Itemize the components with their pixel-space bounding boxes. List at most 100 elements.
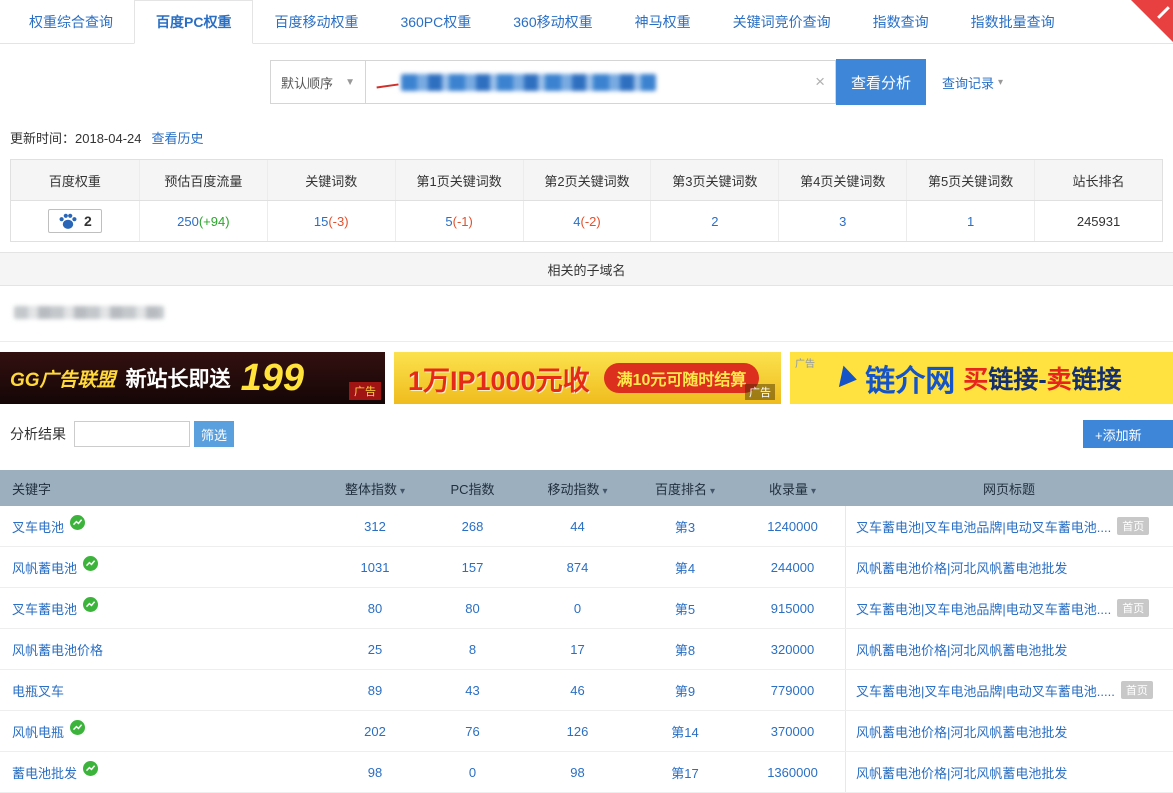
keyword-link[interactable]: 叉车蓄电池 — [12, 599, 77, 618]
add-keyword-button[interactable]: +添加新 — [1083, 420, 1173, 448]
pc-index-value[interactable]: 268 — [462, 519, 484, 534]
baidu-rank-value[interactable]: 第4 — [675, 558, 695, 577]
pc-index-value[interactable]: 43 — [465, 683, 479, 698]
tab-7[interactable]: 指数查询 — [852, 0, 950, 43]
column-header-4[interactable]: 百度排名 — [630, 479, 740, 498]
keyword-link[interactable]: 风帆蓄电池价格 — [12, 640, 103, 659]
ad-banner-lianjie[interactable]: 广告 链介网 买链接-卖链接 — [790, 352, 1173, 404]
mobile-index-value[interactable]: 874 — [567, 560, 589, 575]
collected-count-value[interactable]: 1240000 — [767, 519, 818, 534]
query-records-link[interactable]: 查询记录 ▾ — [942, 73, 1003, 92]
overall-index-value[interactable]: 202 — [364, 724, 386, 739]
page-title-link[interactable]: 风帆蓄电池价格|河北风帆蓄电池批发 — [856, 763, 1067, 782]
search-input[interactable]: × — [366, 60, 836, 104]
collected-count-value[interactable]: 244000 — [771, 560, 814, 575]
page-title-link[interactable]: 叉车蓄电池|叉车电池品牌|电动叉车蓄电池..... — [856, 681, 1115, 700]
keyword-link[interactable]: 风帆蓄电池 — [12, 558, 77, 577]
tab-3[interactable]: 360PC权重 — [379, 0, 492, 43]
ad-banner-gg[interactable]: GG广告联盟 新站长即送 199 广告 — [0, 352, 385, 404]
tab-5[interactable]: 神马权重 — [614, 0, 712, 43]
mobile-index-value[interactable]: 44 — [570, 519, 584, 534]
mobile-index-value[interactable]: 17 — [570, 642, 584, 657]
tab-8[interactable]: 指数批量查询 — [950, 0, 1076, 43]
ad-banner-row: GG广告联盟 新站长即送 199 广告 1万IP1000元收 满10元可随时结算… — [0, 352, 1173, 404]
stats-table-row: 2 250(+94) 15(-3) 5(-1) 4(-2) 2 3 1 2459… — [11, 201, 1162, 241]
keyword-link[interactable]: 叉车电池 — [12, 517, 64, 536]
column-header-0: 关键字 — [0, 479, 330, 498]
pc-index-value[interactable]: 157 — [462, 560, 484, 575]
baidu-rank-value[interactable]: 第8 — [675, 640, 695, 659]
tab-1-active[interactable]: 百度PC权重 — [134, 0, 253, 44]
pc-index-value[interactable]: 8 — [469, 642, 476, 657]
view-history-link[interactable]: 查看历史 — [152, 128, 204, 147]
tab-4[interactable]: 360移动权重 — [492, 0, 613, 43]
overall-index-value[interactable]: 98 — [368, 765, 382, 780]
mobile-index-value[interactable]: 126 — [567, 724, 589, 739]
column-header-6: 网页标题 — [845, 479, 1173, 498]
keywords-count[interactable]: 15 — [314, 214, 328, 229]
overall-index-value[interactable]: 25 — [368, 642, 382, 657]
redaction-mark — [375, 76, 398, 89]
page-title-link[interactable]: 风帆蓄电池价格|河北风帆蓄电池批发 — [856, 722, 1067, 741]
page4-count[interactable]: 3 — [839, 214, 846, 229]
ad-banner-ip[interactable]: 1万IP1000元收 满10元可随时结算 广告 — [394, 352, 781, 404]
weight-stats-table: 百度权重 预估百度流量 关键词数 第1页关键词数 第2页关键词数 第3页关键词数… — [10, 159, 1163, 242]
overall-index-value[interactable]: 1031 — [361, 560, 390, 575]
baidu-rank-value[interactable]: 第5 — [675, 599, 695, 618]
collected-count-value[interactable]: 1360000 — [767, 765, 818, 780]
mobile-index-value[interactable]: 0 — [574, 601, 581, 616]
page-title-link[interactable]: 风帆蓄电池价格|河北风帆蓄电池批发 — [856, 640, 1067, 659]
column-header-5[interactable]: 收录量 — [740, 479, 845, 498]
page3-count[interactable]: 2 — [711, 214, 718, 229]
keyword-link[interactable]: 电瓶叉车 — [12, 681, 64, 700]
overall-index-value[interactable]: 89 — [368, 683, 382, 698]
stats-table-header: 百度权重 预估百度流量 关键词数 第1页关键词数 第2页关键词数 第3页关键词数… — [11, 160, 1162, 201]
page5-count[interactable]: 1 — [967, 214, 974, 229]
filter-button[interactable]: 筛选 — [194, 421, 234, 447]
sort-order-select[interactable]: 默认顺序 ▼ — [270, 60, 366, 104]
page-title-link[interactable]: 叉车蓄电池|叉车电池品牌|电动叉车蓄电池.... — [856, 599, 1111, 618]
tab-0[interactable]: 权重综合查询 — [8, 0, 134, 43]
collected-count-value[interactable]: 915000 — [771, 601, 814, 616]
filter-input[interactable] — [74, 421, 190, 447]
stats-col-baidu-weight: 百度权重 — [11, 160, 139, 200]
mobile-index-value[interactable]: 98 — [570, 765, 584, 780]
keyword-link[interactable]: 风帆电瓶 — [12, 722, 64, 741]
page2-count[interactable]: 4 — [573, 214, 580, 229]
column-header-1[interactable]: 整体指数 — [330, 479, 420, 498]
keyword-table-body: 叉车电池 312 268 44 第3 1240000 叉车蓄电池|叉车电池品牌|… — [0, 506, 1173, 793]
page-title-link[interactable]: 风帆蓄电池价格|河北风帆蓄电池批发 — [856, 558, 1067, 577]
collected-count-value[interactable]: 779000 — [771, 683, 814, 698]
tab-2[interactable]: 百度移动权重 — [253, 0, 379, 43]
ad2-text: 1万IP1000元收 — [408, 359, 590, 398]
column-header-2: PC指数 — [420, 479, 525, 498]
baidu-weight-badge[interactable]: 2 — [48, 209, 102, 233]
collected-count-value[interactable]: 370000 — [771, 724, 814, 739]
pc-index-value[interactable]: 80 — [465, 601, 479, 616]
pc-index-value[interactable]: 76 — [465, 724, 479, 739]
analysis-result-label: 分析结果 — [10, 424, 66, 444]
keyword-table: 关键字整体指数PC指数移动指数百度排名收录量网页标题 叉车电池 312 268 … — [0, 470, 1173, 793]
trend-icon — [83, 556, 98, 571]
overall-index-value[interactable]: 312 — [364, 519, 386, 534]
pc-index-value[interactable]: 0 — [469, 765, 476, 780]
baidu-rank-value[interactable]: 第9 — [675, 681, 695, 700]
collected-count-value[interactable]: 320000 — [771, 642, 814, 657]
page-title-link[interactable]: 叉车蓄电池|叉车电池品牌|电动叉车蓄电池.... — [856, 517, 1111, 536]
traffic-value[interactable]: 250 — [177, 214, 199, 229]
stats-col-rank: 站长排名 — [1034, 160, 1162, 200]
overall-index-value[interactable]: 80 — [368, 601, 382, 616]
analyze-button[interactable]: 查看分析 — [836, 59, 926, 105]
subdomain-list — [0, 286, 1173, 342]
baidu-rank-value[interactable]: 第3 — [675, 517, 695, 536]
clear-icon[interactable]: × — [815, 72, 825, 92]
tab-6[interactable]: 关键词竞价查询 — [712, 0, 852, 43]
column-header-3[interactable]: 移动指数 — [525, 479, 630, 498]
mobile-index-value[interactable]: 46 — [570, 683, 584, 698]
keyword-link[interactable]: 蓄电池批发 — [12, 763, 77, 782]
baidu-rank-value[interactable]: 第14 — [671, 722, 698, 741]
update-time-row: 更新时间：2018-04-24 查看历史 — [10, 128, 1173, 147]
page1-count[interactable]: 5 — [445, 214, 452, 229]
censored-subdomain-link[interactable] — [14, 306, 164, 319]
baidu-rank-value[interactable]: 第17 — [671, 763, 698, 782]
